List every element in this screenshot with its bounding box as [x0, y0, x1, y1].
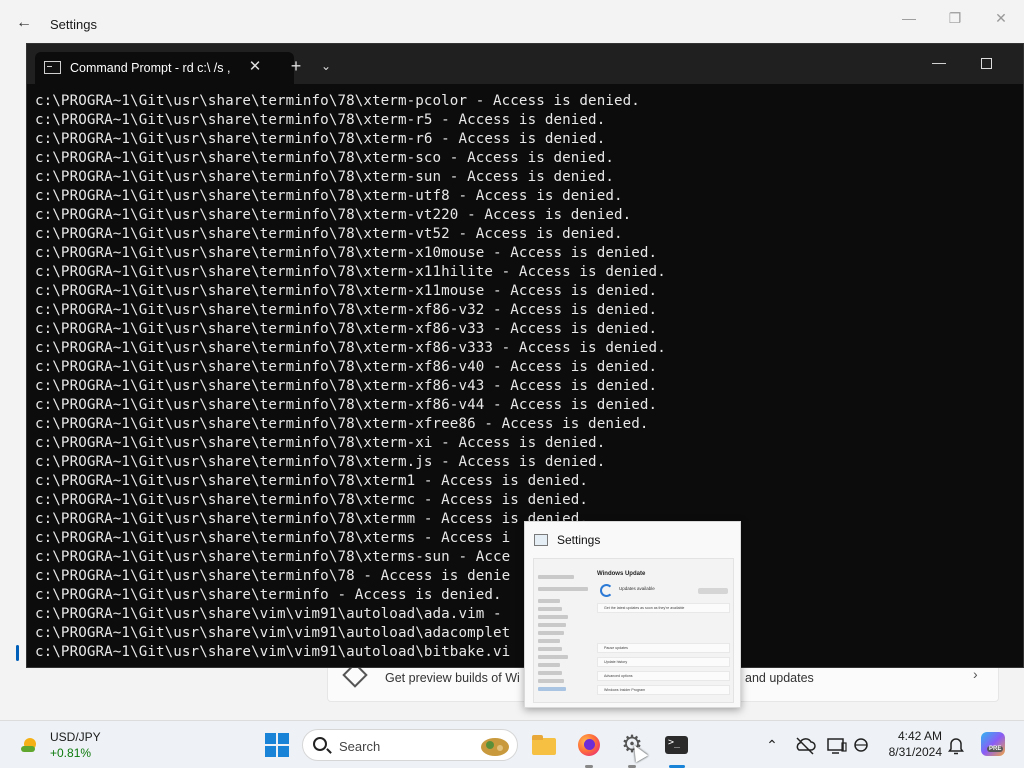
- settings-titlebar: ← Settings — ❐ ✕: [0, 0, 1024, 42]
- pv-nav-item: [538, 671, 562, 675]
- tab-close-button[interactable]: ✕: [245, 57, 265, 77]
- copilot-badge: PRE: [987, 746, 1004, 752]
- search-placeholder: Search: [339, 739, 381, 754]
- settings-close-button[interactable]: ✕: [989, 8, 1013, 28]
- search-highlight-icon: [481, 738, 509, 756]
- insider-card-text: Get preview builds of Wi: [385, 671, 520, 685]
- pv-nav-item: [538, 647, 562, 651]
- terminal-line: c:\PROGRA~1\Git\usr\share\terminfo\78\xt…: [35, 321, 658, 337]
- tab-command-prompt[interactable]: Command Prompt - rd c:\ /s , ✕: [35, 52, 294, 84]
- terminal-line: c:\PROGRA~1\Git\usr\share\terminfo\78\xt…: [35, 93, 640, 109]
- pv-row: Pause updates: [597, 643, 730, 653]
- widget-symbol[interactable]: USD/JPY: [50, 730, 101, 744]
- network-icon[interactable]: [826, 733, 848, 757]
- sidebar-selection-indicator: [16, 645, 19, 661]
- settings-app-icon: [534, 534, 548, 546]
- new-tab-button[interactable]: +: [286, 56, 306, 76]
- terminal-line: c:\PROGRA~1\Git\usr\share\terminfo\78\xt…: [35, 169, 614, 185]
- terminal-line: c:\PROGRA~1\Git\usr\share\terminfo\78\xt…: [35, 226, 623, 242]
- terminal-line: c:\PROGRA~1\Git\usr\share\terminfo\78\xt…: [35, 245, 658, 261]
- insider-card-text-right: and updates: [745, 671, 814, 685]
- pv-nav-item: [538, 599, 560, 603]
- pv-heading: Windows Update: [597, 571, 646, 577]
- terminal-minimize-button[interactable]: —: [927, 52, 951, 72]
- taskbar: USD/JPY +0.81% Search ⚙ ⌃ 4:42 AM 8/31/2…: [0, 720, 1024, 768]
- pv-row-text: Windows Insider Program: [604, 688, 646, 692]
- terminal-line: c:\PROGRA~1\Git\usr\share\terminfo\78\xt…: [35, 378, 658, 394]
- terminal-tab-bar: Command Prompt - rd c:\ /s , ✕ + ⌄ —: [27, 44, 1023, 84]
- terminal-line: c:\PROGRA~1\Git\usr\share\terminfo\78\xt…: [35, 359, 658, 375]
- pv-nav-item: [538, 623, 566, 627]
- weather-sun-icon[interactable]: [18, 732, 42, 756]
- terminal-line: c:\PROGRA~1\Git\usr\share\terminfo\78\xt…: [35, 340, 666, 356]
- back-arrow-icon[interactable]: ←: [14, 14, 34, 32]
- terminal-maximize-button[interactable]: [976, 53, 996, 73]
- bell-icon[interactable]: [946, 733, 966, 757]
- pv-status: Updates available: [619, 586, 655, 591]
- terminal-line: c:\PROGRA~1\Git\usr\share\terminfo\78\xt…: [35, 435, 606, 451]
- pv-row: Advanced options: [597, 671, 730, 681]
- terminal-line: c:\PROGRA~1\Git\usr\share\terminfo\78\xt…: [35, 397, 658, 413]
- pv-nav-item: [538, 631, 564, 635]
- pv-row: Windows Insider Program: [597, 685, 730, 695]
- terminal-line: c:\PROGRA~1\Git\usr\share\terminfo\78\xt…: [35, 473, 589, 489]
- tab-title: Command Prompt - rd c:\ /s ,: [70, 61, 231, 75]
- terminal-line: c:\PROGRA~1\Git\usr\share\terminfo\78\xt…: [35, 150, 614, 166]
- pv-row: Get the latest updates as soon as they'r…: [597, 603, 730, 613]
- widget-change[interactable]: +0.81%: [50, 746, 91, 760]
- pv-row-text: Get the latest updates as soon as they'r…: [604, 606, 685, 610]
- terminal-line: c:\PROGRA~1\Git\usr\share\terminfo\78\xt…: [35, 188, 623, 204]
- pv-nav-item-selected: [538, 687, 566, 691]
- pv-search: [538, 587, 588, 591]
- sync-icon: [600, 584, 613, 597]
- copilot-icon[interactable]: [981, 732, 1005, 756]
- pv-user-block: [538, 575, 574, 579]
- pv-nav-item: [538, 655, 568, 659]
- pv-button: [698, 588, 728, 594]
- settings-taskbar-preview[interactable]: Settings Windows Update Updates availabl…: [524, 521, 741, 708]
- pv-nav-item: [538, 663, 560, 667]
- settings-restore-button[interactable]: ❐: [943, 8, 967, 28]
- terminal-line: c:\PROGRA~1\Git\usr\share\terminfo\78\xt…: [35, 112, 606, 128]
- cloud-offline-icon[interactable]: [794, 733, 816, 757]
- pv-nav-item: [538, 607, 562, 611]
- file-explorer-icon[interactable]: [528, 729, 560, 761]
- preview-title: Settings: [557, 533, 601, 547]
- preview-thumbnail[interactable]: Windows Update Updates available Get the…: [533, 558, 734, 703]
- tab-dropdown-button[interactable]: ⌄: [316, 56, 336, 76]
- chevron-right-icon: ›: [973, 666, 978, 682]
- terminal-line: c:\PROGRA~1\Git\usr\share\terminfo\78\xt…: [35, 207, 632, 223]
- search-icon: [313, 737, 327, 751]
- pv-row: Update history: [597, 657, 730, 667]
- terminal-line: c:\PROGRA~1\Git\usr\share\terminfo\78\xt…: [35, 131, 606, 147]
- pv-nav-item: [538, 679, 564, 683]
- terminal-line: c:\PROGRA~1\Git\usr\share\terminfo\78\xt…: [35, 302, 658, 318]
- pv-row-text: Update history: [604, 660, 628, 664]
- firefox-icon[interactable]: [573, 729, 605, 761]
- terminal-line: c:\PROGRA~1\Git\usr\share\terminfo\78\xt…: [35, 283, 658, 299]
- clock-time[interactable]: 4:42 AM: [880, 729, 942, 743]
- terminal-line: c:\PROGRA~1\Git\usr\share\terminfo\78\xt…: [35, 454, 606, 470]
- pv-nav-item: [538, 639, 560, 643]
- search-input[interactable]: Search: [302, 729, 518, 761]
- settings-minimize-button[interactable]: —: [897, 8, 921, 28]
- pv-row-text: Pause updates: [604, 646, 628, 650]
- cmd-icon: [44, 61, 61, 74]
- clock-date[interactable]: 8/31/2024: [880, 745, 942, 759]
- windows-start-icon[interactable]: [265, 733, 289, 757]
- chevron-up-icon[interactable]: ⌃: [762, 733, 782, 757]
- settings-window-title: Settings: [50, 17, 97, 32]
- pv-row-text: Advanced options: [604, 674, 633, 678]
- pv-nav-item: [538, 615, 568, 619]
- terminal-icon[interactable]: [660, 729, 692, 761]
- terminal-line: c:\PROGRA~1\Git\usr\share\terminfo\78\xt…: [35, 416, 649, 432]
- terminal-line: c:\PROGRA~1\Git\usr\share\terminfo\78\xt…: [35, 492, 589, 508]
- terminal-line: c:\PROGRA~1\Git\usr\share\terminfo\78\xt…: [35, 264, 666, 280]
- language-icon[interactable]: [852, 733, 872, 757]
